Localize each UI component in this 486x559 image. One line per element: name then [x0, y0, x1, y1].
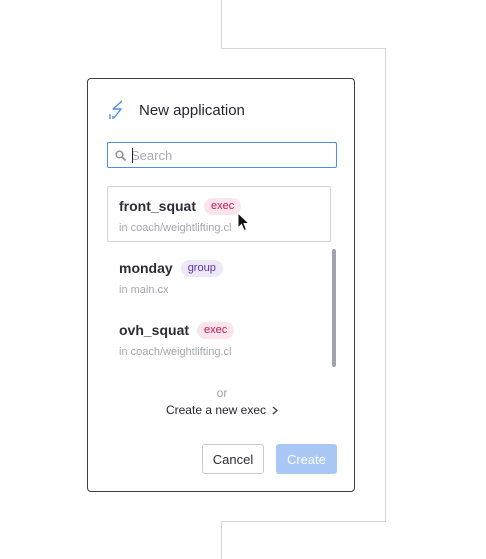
list-item[interactable]: front_squat exec in coach/weightlifting.… — [107, 186, 331, 242]
item-name: front_squat — [119, 198, 196, 214]
new-application-dialog: New application front_squat exec in coac… — [87, 78, 355, 492]
search-input[interactable] — [131, 147, 321, 163]
list-scrollbar[interactable] — [332, 249, 336, 367]
application-bolt-icon — [108, 99, 128, 121]
dialog-title: New application — [139, 101, 245, 119]
create-button[interactable]: Create — [276, 444, 337, 474]
dialog-header: New application — [108, 99, 245, 121]
item-path: in main.cx — [119, 284, 169, 296]
create-new-exec-link[interactable]: Create a new exec — [88, 403, 356, 417]
canvas-connector-line — [221, 521, 222, 559]
item-path: in coach/weightlifting.cl — [119, 222, 232, 234]
or-separator: or — [216, 386, 228, 400]
chevron-right-icon — [272, 406, 278, 415]
type-badge: group — [180, 259, 223, 277]
canvas-connector-line — [385, 48, 386, 522]
item-name: ovh_squat — [119, 322, 190, 338]
application-list: front_squat exec in coach/weightlifting.… — [107, 186, 333, 366]
search-field[interactable] — [107, 142, 337, 168]
type-badge: exec — [197, 321, 235, 339]
canvas-connector-line — [221, 521, 386, 522]
search-icon — [115, 149, 127, 161]
item-name: monday — [119, 260, 173, 276]
item-path: in coach/weightlifting.cl — [119, 346, 232, 358]
canvas-connector-line — [221, 48, 386, 49]
list-item[interactable]: ovh_squat exec in coach/weightlifting.cl — [107, 310, 331, 366]
mouse-pointer-icon — [237, 211, 251, 232]
type-badge: exec — [204, 197, 242, 215]
canvas-connector-line — [221, 0, 222, 48]
text-caret — [132, 148, 133, 163]
create-new-exec-label: Create a new exec — [165, 403, 267, 417]
cancel-button[interactable]: Cancel — [202, 444, 264, 474]
list-item[interactable]: monday group in main.cx — [107, 248, 331, 304]
